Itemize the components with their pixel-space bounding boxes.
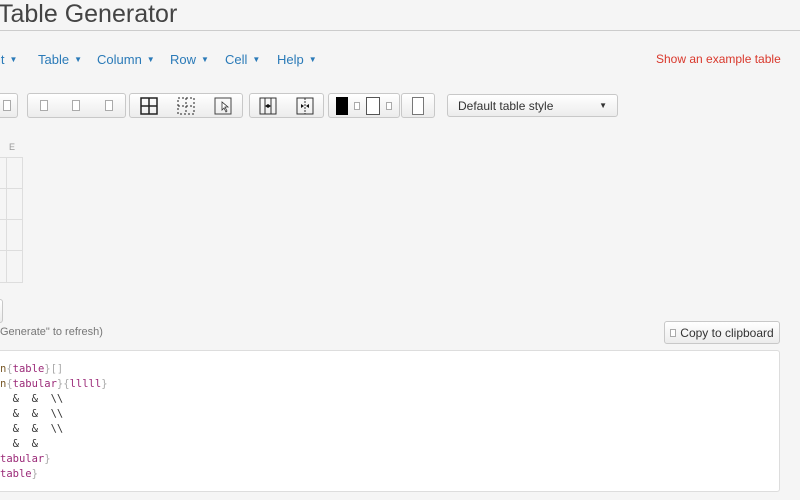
code-line: n{tabular}{lllll} bbox=[0, 377, 108, 392]
clipboard-icon bbox=[670, 328, 677, 337]
code-line: n{table}[] bbox=[0, 362, 108, 377]
menu-edit[interactable]: it ▼ bbox=[0, 52, 17, 67]
code-token: lllll bbox=[69, 378, 102, 390]
grid-line bbox=[0, 157, 23, 158]
caret-down-icon: ▼ bbox=[308, 55, 317, 64]
caret-down-icon: ▼ bbox=[201, 55, 209, 64]
caret-down-icon: ▼ bbox=[9, 55, 18, 64]
grid-line bbox=[22, 157, 23, 283]
code-token: table bbox=[0, 468, 32, 480]
select-value: Default table style bbox=[458, 98, 554, 113]
menu-table[interactable]: Table ▼ bbox=[38, 52, 82, 67]
merge-button-group[interactable] bbox=[249, 93, 324, 118]
code-token: } bbox=[101, 378, 108, 390]
code-line: & & \\ bbox=[0, 422, 108, 437]
menu-label: Row bbox=[170, 52, 197, 67]
refresh-hint: Generate" to refresh) bbox=[0, 326, 103, 338]
code-output[interactable] bbox=[0, 350, 780, 492]
all-borders-icon bbox=[139, 96, 158, 115]
align-right-icon bbox=[104, 100, 113, 111]
column-header-e: E bbox=[9, 142, 16, 152]
border-button-group[interactable] bbox=[129, 93, 243, 118]
code-token: & & \\ bbox=[0, 423, 64, 435]
copy-to-clipboard-button[interactable]: Copy to clipboard bbox=[664, 321, 780, 344]
color-button-group[interactable] bbox=[328, 93, 400, 118]
button-label: Copy to clipboard bbox=[680, 325, 774, 340]
grid-line bbox=[0, 282, 23, 283]
menu-label: it bbox=[0, 52, 5, 67]
code-token: tabular bbox=[12, 378, 57, 390]
caret-down-icon: ▼ bbox=[252, 55, 261, 64]
inner-borders-icon bbox=[177, 97, 195, 114]
menu-cell[interactable]: Cell ▼ bbox=[225, 52, 260, 67]
page-title: Table Generator bbox=[0, 0, 178, 28]
split-cells-icon bbox=[296, 97, 314, 114]
menu-label: Table bbox=[38, 52, 70, 67]
grid-line bbox=[0, 250, 23, 251]
caret-down-icon: ▼ bbox=[74, 55, 82, 64]
page-icon bbox=[412, 96, 424, 115]
menu-column[interactable]: Column ▼ bbox=[97, 52, 155, 67]
code-token: & & bbox=[0, 438, 38, 450]
latex-code: n{table}[] n{tabular}{lllll} & & \\ & & \… bbox=[0, 362, 108, 482]
code-token: & & \\ bbox=[0, 393, 64, 405]
code-token: } bbox=[44, 453, 51, 465]
caret-icon bbox=[354, 101, 360, 110]
code-line: tabular} bbox=[0, 452, 108, 467]
code-line: & & \\ bbox=[0, 392, 108, 407]
align-left-icon bbox=[40, 100, 49, 111]
placeholder-icon bbox=[2, 100, 11, 111]
code-token: & & \\ bbox=[0, 408, 64, 420]
menu-help[interactable]: Help ▼ bbox=[277, 52, 317, 67]
caret-down-icon: ▼ bbox=[146, 55, 155, 64]
code-token: }[] bbox=[44, 363, 64, 375]
menu-label: Column bbox=[97, 52, 142, 67]
code-token: }{ bbox=[56, 378, 70, 390]
background-color-icon bbox=[366, 96, 380, 115]
align-button-group[interactable] bbox=[27, 93, 126, 118]
align-center-icon bbox=[72, 100, 81, 111]
code-line: & & bbox=[0, 437, 108, 452]
caret-down-icon: ▼ bbox=[599, 101, 607, 110]
code-line: table} bbox=[0, 467, 108, 482]
toolbar-button[interactable] bbox=[0, 93, 18, 118]
code-line: & & \\ bbox=[0, 407, 108, 422]
grid-line bbox=[6, 157, 7, 283]
merge-cells-icon bbox=[259, 97, 277, 114]
edit-borders-icon bbox=[214, 97, 232, 114]
grid-line bbox=[0, 188, 23, 189]
grid-line bbox=[0, 219, 23, 220]
generate-button[interactable] bbox=[0, 299, 3, 323]
table-width-button[interactable] bbox=[401, 93, 435, 118]
caret-icon bbox=[386, 101, 392, 110]
menu-label: Help bbox=[277, 52, 304, 67]
code-token: table bbox=[12, 363, 45, 375]
menu-row[interactable]: Row ▼ bbox=[170, 52, 209, 67]
divider bbox=[0, 30, 800, 31]
menu-label: Cell bbox=[225, 52, 248, 67]
table-style-select[interactable]: Default table style ▼ bbox=[447, 94, 618, 117]
code-token: } bbox=[31, 468, 38, 480]
text-color-icon bbox=[336, 96, 348, 115]
code-token: tabular bbox=[0, 453, 45, 465]
show-example-link[interactable]: Show an example table bbox=[656, 52, 781, 66]
